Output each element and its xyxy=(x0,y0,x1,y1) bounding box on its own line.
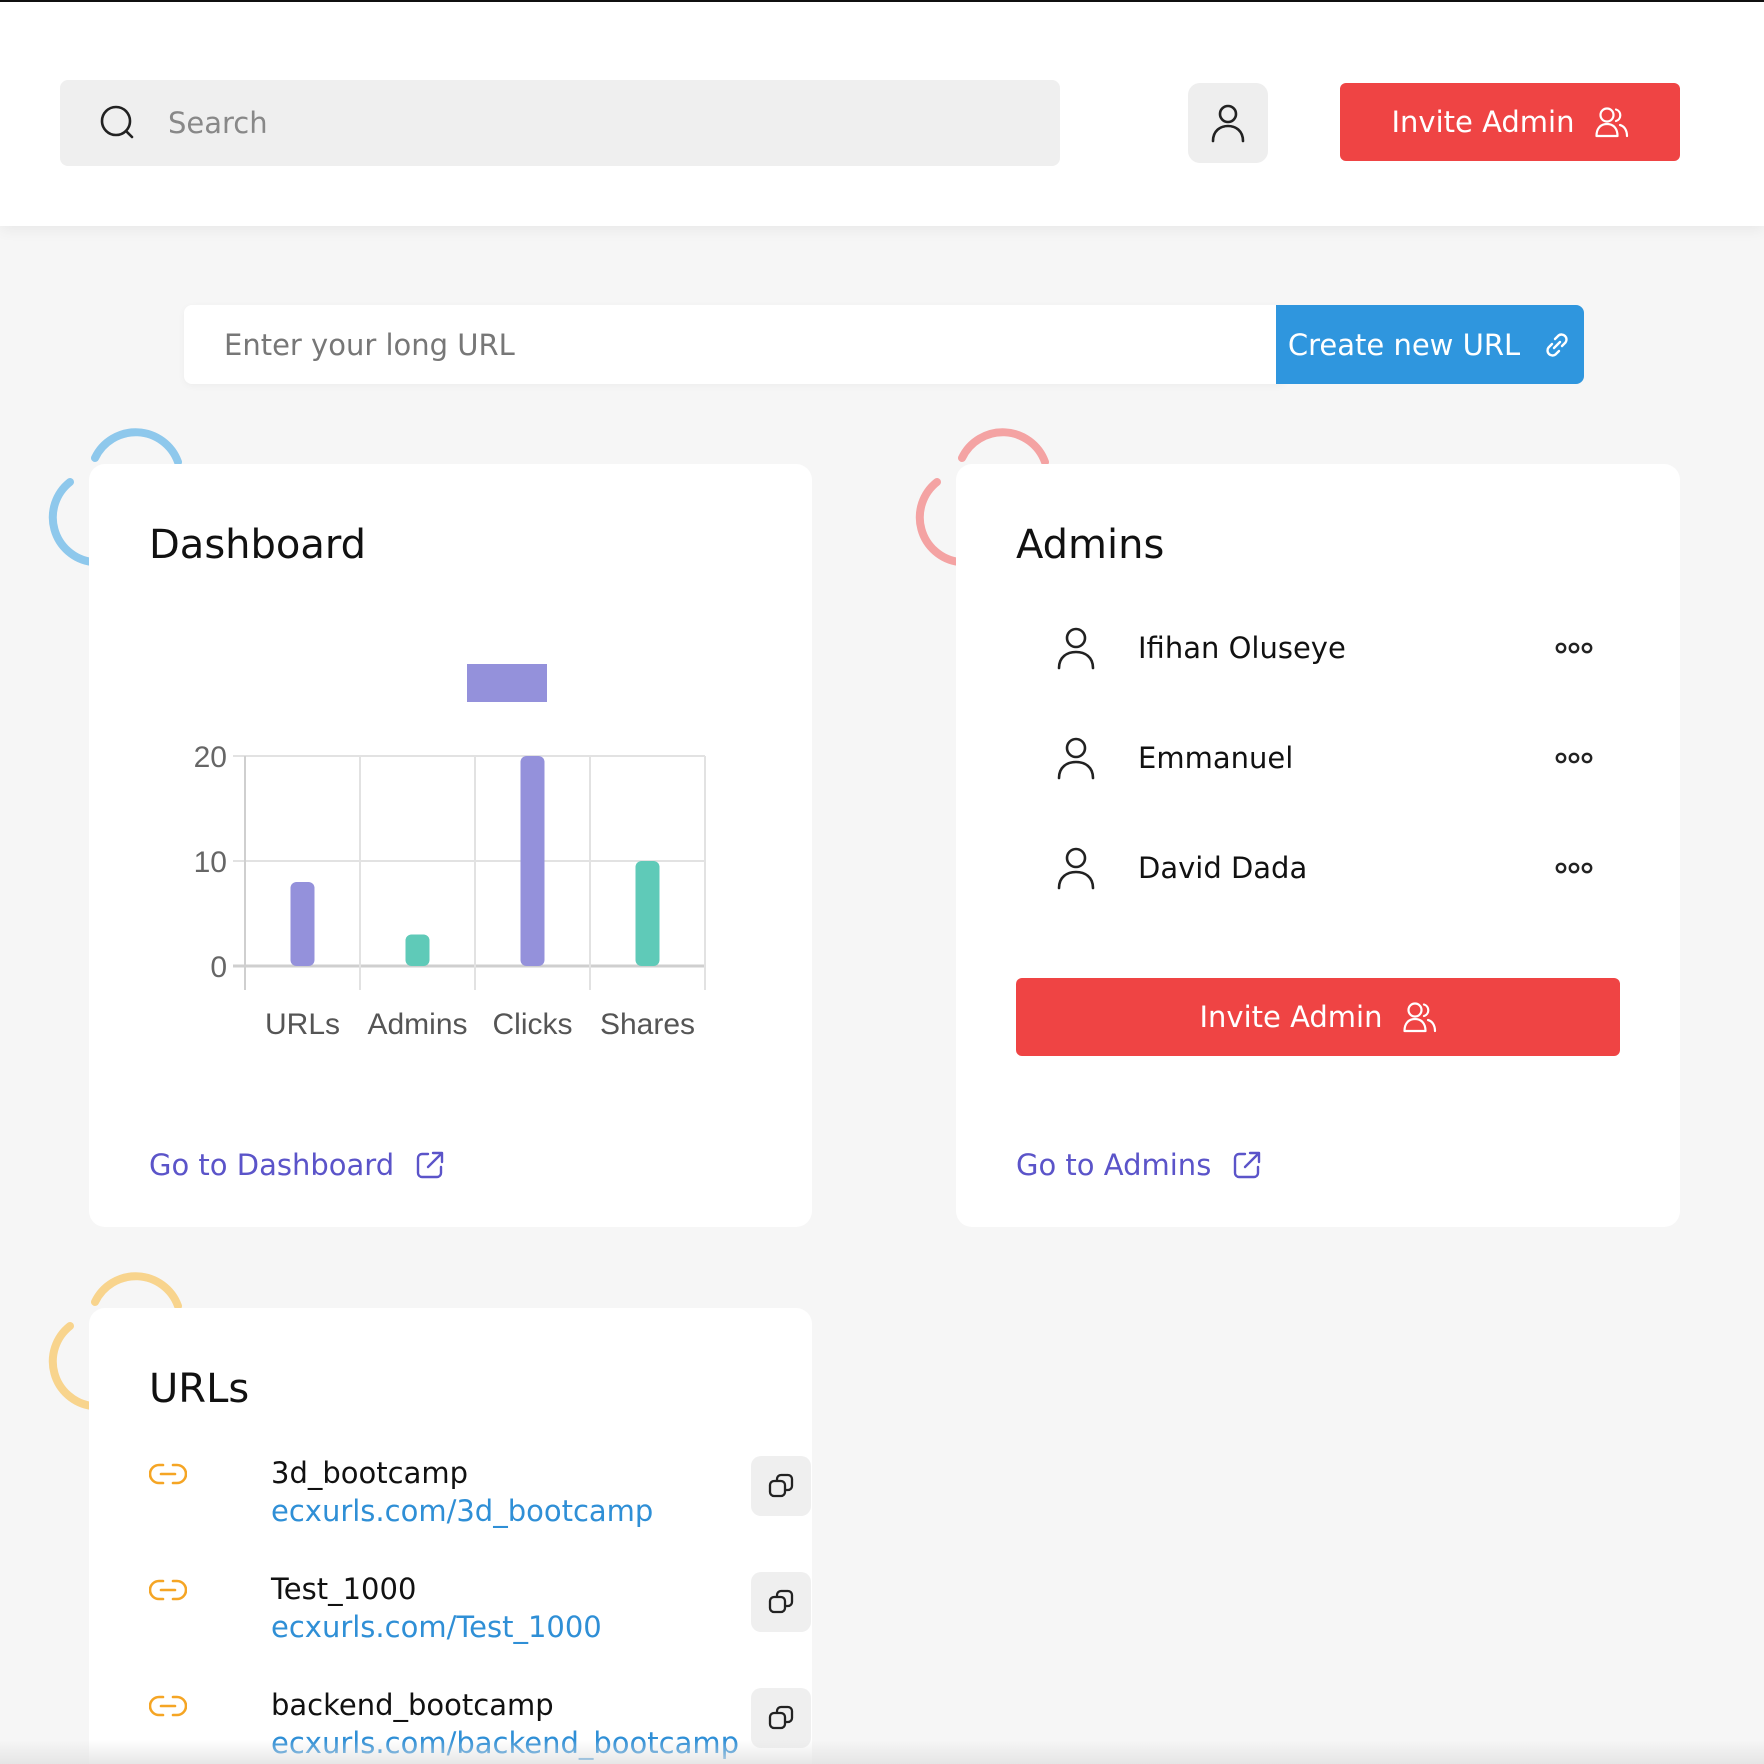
long-url-input[interactable] xyxy=(224,327,1144,362)
external-link-icon xyxy=(1234,1151,1261,1179)
admin-name: Ifihan Oluseye xyxy=(1138,631,1346,665)
top-header: Invite Admin xyxy=(0,2,1764,226)
user-icon xyxy=(1057,627,1095,670)
copy-icon xyxy=(768,1705,794,1730)
bar-clicks xyxy=(520,756,545,966)
long-url-form xyxy=(184,305,1417,384)
profile-button[interactable] xyxy=(1188,83,1268,163)
copy-url-button[interactable] xyxy=(751,1688,811,1748)
admin-row: David Dada xyxy=(1056,838,1616,898)
create-url-button[interactable]: Create new URL xyxy=(1276,305,1584,384)
url-list-item: Test_1000 ecxurls.com/Test_1000 xyxy=(149,1572,811,1652)
go-to-admins-link[interactable]: Go to Admins xyxy=(1016,1148,1263,1182)
invite-admin-card-label: Invite Admin xyxy=(1199,1000,1383,1034)
legend-swatch xyxy=(467,664,547,702)
urls-title: URLs xyxy=(149,1366,250,1412)
go-to-dashboard-label: Go to Dashboard xyxy=(149,1148,395,1182)
external-link-icon xyxy=(416,1151,444,1179)
url-list-item: 3d_bootcamp ecxurls.com/3d_bootcamp xyxy=(149,1456,811,1536)
users-icon xyxy=(1402,1002,1436,1033)
search-bar[interactable] xyxy=(60,80,1060,166)
link-chain-icon xyxy=(149,1463,187,1485)
admin-row: Emmanuel xyxy=(1056,728,1616,788)
admins-card: Admins Ifihan Oluseye Emmanuel David Dad… xyxy=(956,464,1680,1227)
go-to-dashboard-link[interactable]: Go to Dashboard xyxy=(149,1148,446,1182)
x-tick-label: Clicks xyxy=(493,1008,573,1041)
y-tick-label: 20 xyxy=(194,741,227,774)
admin-name: David Dada xyxy=(1138,851,1308,885)
dashboard-bar-chart: 0 10 20 URLs Admins Clicks Shares xyxy=(194,664,706,1041)
short-url-link[interactable]: ecxurls.com/Test_1000 xyxy=(271,1610,602,1644)
search-icon xyxy=(100,105,134,139)
bar-shares xyxy=(635,861,660,966)
y-tick-label: 0 xyxy=(210,951,227,984)
user-icon xyxy=(1057,847,1095,890)
url-slug: backend_bootcamp xyxy=(271,1688,554,1722)
copy-icon xyxy=(768,1589,794,1614)
link-chain-icon xyxy=(149,1695,187,1717)
admins-title: Admins xyxy=(1016,522,1165,568)
bottom-shadow xyxy=(0,1740,1764,1764)
user-icon xyxy=(1211,104,1245,143)
bar-urls xyxy=(290,882,315,966)
invite-admin-card-button[interactable]: Invite Admin xyxy=(1016,978,1620,1056)
admin-row: Ifihan Oluseye xyxy=(1056,618,1616,678)
invite-admin-button[interactable]: Invite Admin xyxy=(1340,83,1680,161)
dashboard-card: Dashboard 0 10 20 URLs Admins Clicks Shares Go… xyxy=(89,464,812,1227)
short-url-link[interactable]: ecxurls.com/3d_bootcamp xyxy=(271,1494,653,1528)
dashboard-title: Dashboard xyxy=(149,522,367,568)
users-icon xyxy=(1594,107,1628,138)
bar-admins xyxy=(405,934,430,966)
more-options-icon[interactable] xyxy=(1554,638,1594,658)
url-slug: 3d_bootcamp xyxy=(271,1456,468,1490)
invite-admin-label: Invite Admin xyxy=(1391,105,1575,139)
more-options-icon[interactable] xyxy=(1554,748,1594,768)
x-tick-label: URLs xyxy=(265,1008,340,1041)
more-options-icon[interactable] xyxy=(1554,858,1594,878)
link-chain-icon xyxy=(149,1579,187,1601)
go-to-admins-label: Go to Admins xyxy=(1016,1148,1212,1182)
url-slug: Test_1000 xyxy=(271,1572,417,1606)
x-tick-label: Shares xyxy=(600,1008,695,1041)
urls-card: URLs 3d_bootcamp ecxurls.com/3d_bootcamp… xyxy=(89,1308,812,1764)
create-url-label: Create new URL xyxy=(1287,327,1521,362)
copy-icon xyxy=(768,1473,794,1498)
copy-url-button[interactable] xyxy=(751,1456,811,1516)
link-icon xyxy=(1546,332,1568,357)
admin-name: Emmanuel xyxy=(1138,741,1294,775)
search-input[interactable] xyxy=(168,106,968,140)
x-tick-label: Admins xyxy=(367,1008,467,1041)
copy-url-button[interactable] xyxy=(751,1572,811,1632)
user-icon xyxy=(1057,737,1095,780)
y-tick-label: 10 xyxy=(194,846,227,879)
